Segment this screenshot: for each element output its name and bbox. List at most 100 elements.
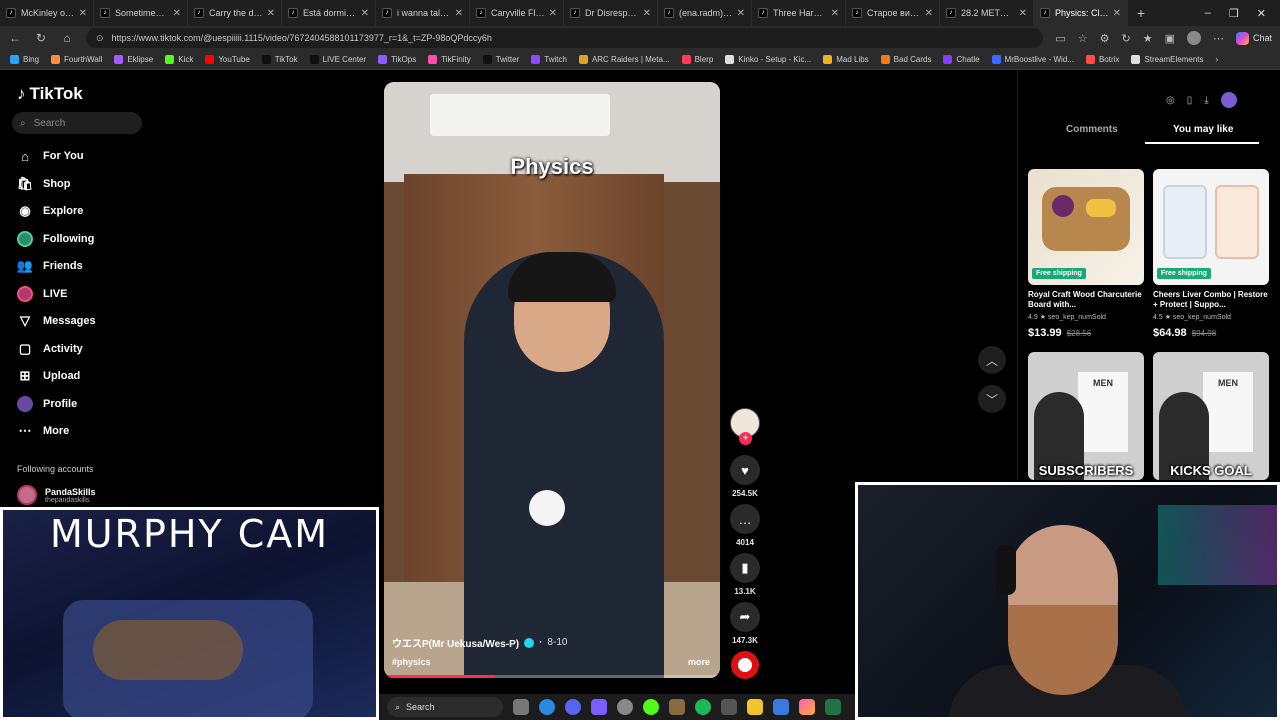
comment-icon[interactable]: … xyxy=(730,504,760,534)
spotify-icon[interactable] xyxy=(695,699,711,715)
sidebar-item-upload[interactable]: ⊞ Upload xyxy=(17,365,81,387)
bookmark-item[interactable]: ARC Raiders | Meta... xyxy=(578,55,670,64)
back-icon[interactable]: ← xyxy=(8,31,22,45)
edge-icon[interactable] xyxy=(539,699,555,715)
file-explorer-icon[interactable] xyxy=(747,699,763,715)
browser-tab[interactable]: ♪ 28.2 METERS... ✕ xyxy=(940,0,1034,26)
sidebar-item-friends[interactable]: 👥 Friends xyxy=(17,255,83,277)
bookmark-item[interactable]: FourthWall xyxy=(51,55,102,64)
bookmark-item[interactable]: Blerp xyxy=(681,55,713,64)
tab-close-icon[interactable]: ✕ xyxy=(549,8,557,19)
tab-comments[interactable]: Comments xyxy=(1066,124,1118,135)
tab-close-icon[interactable]: ✕ xyxy=(79,8,87,19)
bookmark-item[interactable]: Twitch xyxy=(531,55,567,64)
share-action[interactable]: ➦ 147.3K xyxy=(728,602,762,645)
comment-action[interactable]: … 4014 xyxy=(728,504,762,547)
bookmark-item[interactable]: Chatle xyxy=(943,55,980,64)
browser-tab[interactable]: ♪ Physics: Clea... ✕ xyxy=(1034,0,1128,26)
sidebar-item-activity[interactable]: ▢ Activity xyxy=(17,338,83,360)
bookmark-item[interactable]: StreamElements xyxy=(1131,55,1204,64)
profile-avatar[interactable] xyxy=(1186,31,1201,45)
settings-icon[interactable] xyxy=(721,699,737,715)
minimize-icon[interactable]: – xyxy=(1205,7,1211,19)
apps-grid-icon[interactable] xyxy=(591,699,607,715)
tab-close-icon[interactable]: ✕ xyxy=(267,8,275,19)
browser-tab[interactable]: ♪ Старое видео н... ✕ xyxy=(846,0,940,26)
notepad-icon[interactable] xyxy=(773,699,789,715)
sidebar-item-shop[interactable]: 🛍 Shop xyxy=(17,173,71,195)
obs-icon[interactable] xyxy=(617,699,633,715)
bookmark-item[interactable]: Bing xyxy=(10,55,39,64)
split-screen-icon[interactable]: ▭ xyxy=(1055,32,1065,45)
copilot-chat-button[interactable]: Chat xyxy=(1235,31,1272,45)
photos-icon[interactable] xyxy=(799,699,815,715)
bookmark-item[interactable]: TikFinity xyxy=(428,55,471,64)
follow-plus-icon[interactable]: + xyxy=(739,432,752,445)
browser-tab[interactable]: ♪ Sometimes every... ✕ xyxy=(94,0,188,26)
sidebar-item-for-you[interactable]: ⌂ For You xyxy=(17,145,83,167)
reload-icon[interactable]: ↻ xyxy=(34,31,48,45)
product-card[interactable]: Free shipping Cheers Liver Combo | Resto… xyxy=(1153,169,1269,339)
following-account-item[interactable]: PandaSkills thepandaskills xyxy=(17,485,96,505)
favorites-icon[interactable]: ★ xyxy=(1143,32,1153,45)
tab-close-icon[interactable]: ✕ xyxy=(643,8,651,19)
bookmark-item[interactable]: Kick xyxy=(165,55,193,64)
bookmark-item[interactable]: TikTok xyxy=(261,55,298,64)
video-thumbnail[interactable]: MEN SUBSCRIBERS xyxy=(1028,352,1144,480)
home-icon[interactable]: ⌂ xyxy=(60,31,74,45)
tab-close-icon[interactable]: ✕ xyxy=(925,8,933,19)
bookmark-icon[interactable]: ▮ xyxy=(730,553,760,583)
refresh-extension-icon[interactable]: ↻ xyxy=(1121,32,1130,45)
product-card[interactable]: Free shipping Royal Craft Wood Charcuter… xyxy=(1028,169,1144,339)
game-app-icon[interactable] xyxy=(669,699,685,715)
heart-icon[interactable]: ♥ xyxy=(730,455,760,485)
music-disc-icon[interactable] xyxy=(731,651,759,679)
bookmark-item[interactable]: MrBoostlive - Wid... xyxy=(991,55,1074,64)
url-field[interactable]: ⊙ https://www.tiktok.com/@uespiiiii.1115… xyxy=(86,28,1044,48)
bookmark-item[interactable]: Eklipse xyxy=(114,55,153,64)
bookmark-item[interactable]: Bad Cards xyxy=(880,55,931,64)
site-info-icon[interactable]: ⊙ xyxy=(96,33,104,44)
tiktok-logo[interactable]: ♪ TikTok xyxy=(17,84,83,104)
bookmarks-overflow-icon[interactable]: › xyxy=(1216,55,1219,64)
tab-close-icon[interactable]: ✕ xyxy=(173,8,181,19)
video-progress-bar[interactable] xyxy=(384,675,720,678)
extensions-icon[interactable]: ⚙ xyxy=(1100,32,1110,45)
close-window-icon[interactable]: ✕ xyxy=(1257,7,1266,20)
device-icon[interactable]: ▯ xyxy=(1187,95,1193,106)
video-player[interactable]: Physics ウエスP(Mr Uekusa/Wes-P) · 8-10 #ph… xyxy=(384,82,720,678)
share-icon[interactable]: ➦ xyxy=(730,602,760,632)
bookmark-item[interactable]: TikOps xyxy=(378,55,416,64)
video-thumbnail[interactable]: MEN KICKS GOAL xyxy=(1153,352,1269,480)
collections-icon[interactable]: ▣ xyxy=(1165,32,1175,45)
tab-you-may-like[interactable]: You may like xyxy=(1173,124,1233,135)
menu-dots-icon[interactable]: ⋯ xyxy=(1213,32,1224,45)
search-input[interactable]: ⌕ Search xyxy=(12,112,142,134)
excel-icon[interactable] xyxy=(825,699,841,715)
browser-tab[interactable]: ♪ Caryville Flats to... ✕ xyxy=(470,0,564,26)
sidebar-item-more[interactable]: ⋯ More xyxy=(17,420,70,442)
bookmark-item[interactable]: Mad Libs xyxy=(823,55,869,64)
save-action[interactable]: ▮ 13.1K xyxy=(728,553,762,596)
favorite-star-icon[interactable]: ☆ xyxy=(1078,32,1088,45)
user-avatar[interactable] xyxy=(1220,92,1237,108)
browser-tab[interactable]: ♪ McKinley on Kick ✕ xyxy=(0,0,94,26)
download-icon[interactable]: ⤓ xyxy=(1204,95,1208,106)
bookmark-item[interactable]: Twitter xyxy=(482,55,519,64)
browser-tab[interactable]: ♪ Dr Disrespect wi... ✕ xyxy=(564,0,658,26)
taskbar-search[interactable]: ⌕ Search xyxy=(387,697,503,717)
browser-tab[interactable]: ♪ i wanna talk to m... ✕ xyxy=(376,0,470,26)
bookmark-item[interactable]: YouTube xyxy=(205,55,250,64)
maximize-icon[interactable]: ❐ xyxy=(1229,7,1239,20)
compass-small-icon[interactable]: ◎ xyxy=(1166,95,1175,106)
new-tab-button[interactable]: + xyxy=(1128,5,1154,21)
browser-tab[interactable]: ♪ Three Hardest Th... ✕ xyxy=(752,0,846,26)
like-action[interactable]: ♥ 254.5K xyxy=(728,455,762,498)
tab-close-icon[interactable]: ✕ xyxy=(1113,8,1121,19)
tab-close-icon[interactable]: ✕ xyxy=(1019,8,1027,19)
sidebar-item-explore[interactable]: ◉ Explore xyxy=(17,200,83,222)
browser-tab[interactable]: ♪ (ena.radm) Ша... ✕ xyxy=(658,0,752,26)
sidebar-item-live[interactable]: ● LIVE xyxy=(17,283,67,305)
tab-close-icon[interactable]: ✕ xyxy=(737,8,745,19)
video-more-button[interactable]: more xyxy=(688,657,710,667)
